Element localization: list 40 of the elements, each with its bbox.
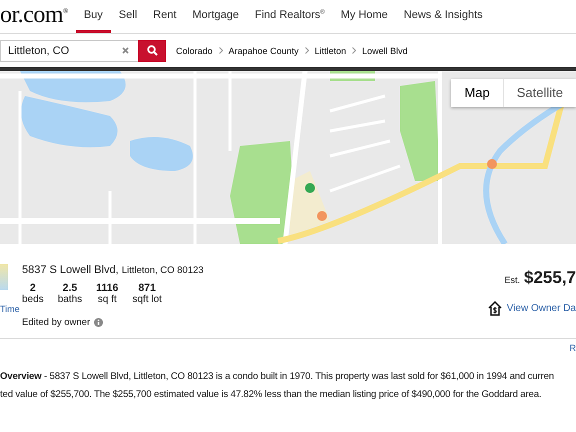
stat-label: baths	[58, 294, 82, 305]
breadcrumb-link[interactable]: Arapahoe County	[228, 46, 299, 56]
search-field[interactable]: Littleton, CO	[0, 40, 138, 62]
nav-tab[interactable]: Sell	[110, 9, 146, 33]
stat-value: 871	[138, 282, 156, 294]
estimate-label: Est.	[504, 275, 520, 285]
stat-label: sq ft	[98, 294, 117, 305]
nav-tab[interactable]: Find Realtors$^{®}$	[246, 9, 333, 33]
time-link[interactable]: Time	[0, 304, 20, 314]
breadcrumb-link[interactable]: Lowell Blvd	[362, 46, 408, 56]
chevron-icon	[304, 47, 309, 54]
nav-tab[interactable]: My Home	[332, 9, 396, 33]
close-icon[interactable]	[122, 47, 129, 54]
logo[interactable]: or.com$^{®}$	[0, 3, 76, 33]
nav-tab[interactable]: Buy	[76, 9, 111, 33]
nav-tab[interactable]: Rent	[145, 9, 184, 33]
chevron-icon	[352, 47, 356, 54]
edited-note: Edited by owner	[22, 317, 90, 328]
chevron-icon	[218, 47, 223, 54]
map-type-tab[interactable]: Satellite	[502, 79, 576, 107]
breadcrumb-link[interactable]: Colorado	[176, 46, 213, 56]
stat-label: sqft lot	[132, 294, 162, 305]
map-type-tab[interactable]: Map	[451, 79, 503, 107]
stat-label: beds	[22, 294, 44, 305]
nav-tab[interactable]: Mortgage	[184, 9, 247, 33]
overview-text: Overview - 5837 S Lowell Blvd, Littleton, CO 80123 is a condo built in 1970. This property was last sold for $61,000 in 1994 and curren	[0, 371, 555, 383]
stat-value: 2.5	[62, 282, 78, 294]
house-dollar-icon	[486, 300, 503, 316]
estimate-value: $255,7	[524, 268, 576, 288]
edge-link[interactable]: R	[570, 343, 576, 353]
search-button[interactable]	[138, 40, 166, 62]
stat-value: 2	[30, 282, 36, 294]
stat-value: 1116	[96, 282, 118, 294]
owner-data-link[interactable]: View Owner Da	[506, 302, 576, 314]
property-address: 5837 S Lowell Blvd, Littleton, CO 80123	[22, 264, 204, 276]
nav-tab[interactable]: News & Insights	[396, 9, 491, 33]
overview-text: ted value of $255,700. The $255,700 estimated value is 47.82% less than the median listing price of $490,000 for the Goddard area.	[0, 389, 542, 401]
search-icon	[146, 45, 158, 56]
info-icon[interactable]	[94, 318, 104, 327]
breadcrumb-link[interactable]: Littleton	[314, 46, 346, 56]
